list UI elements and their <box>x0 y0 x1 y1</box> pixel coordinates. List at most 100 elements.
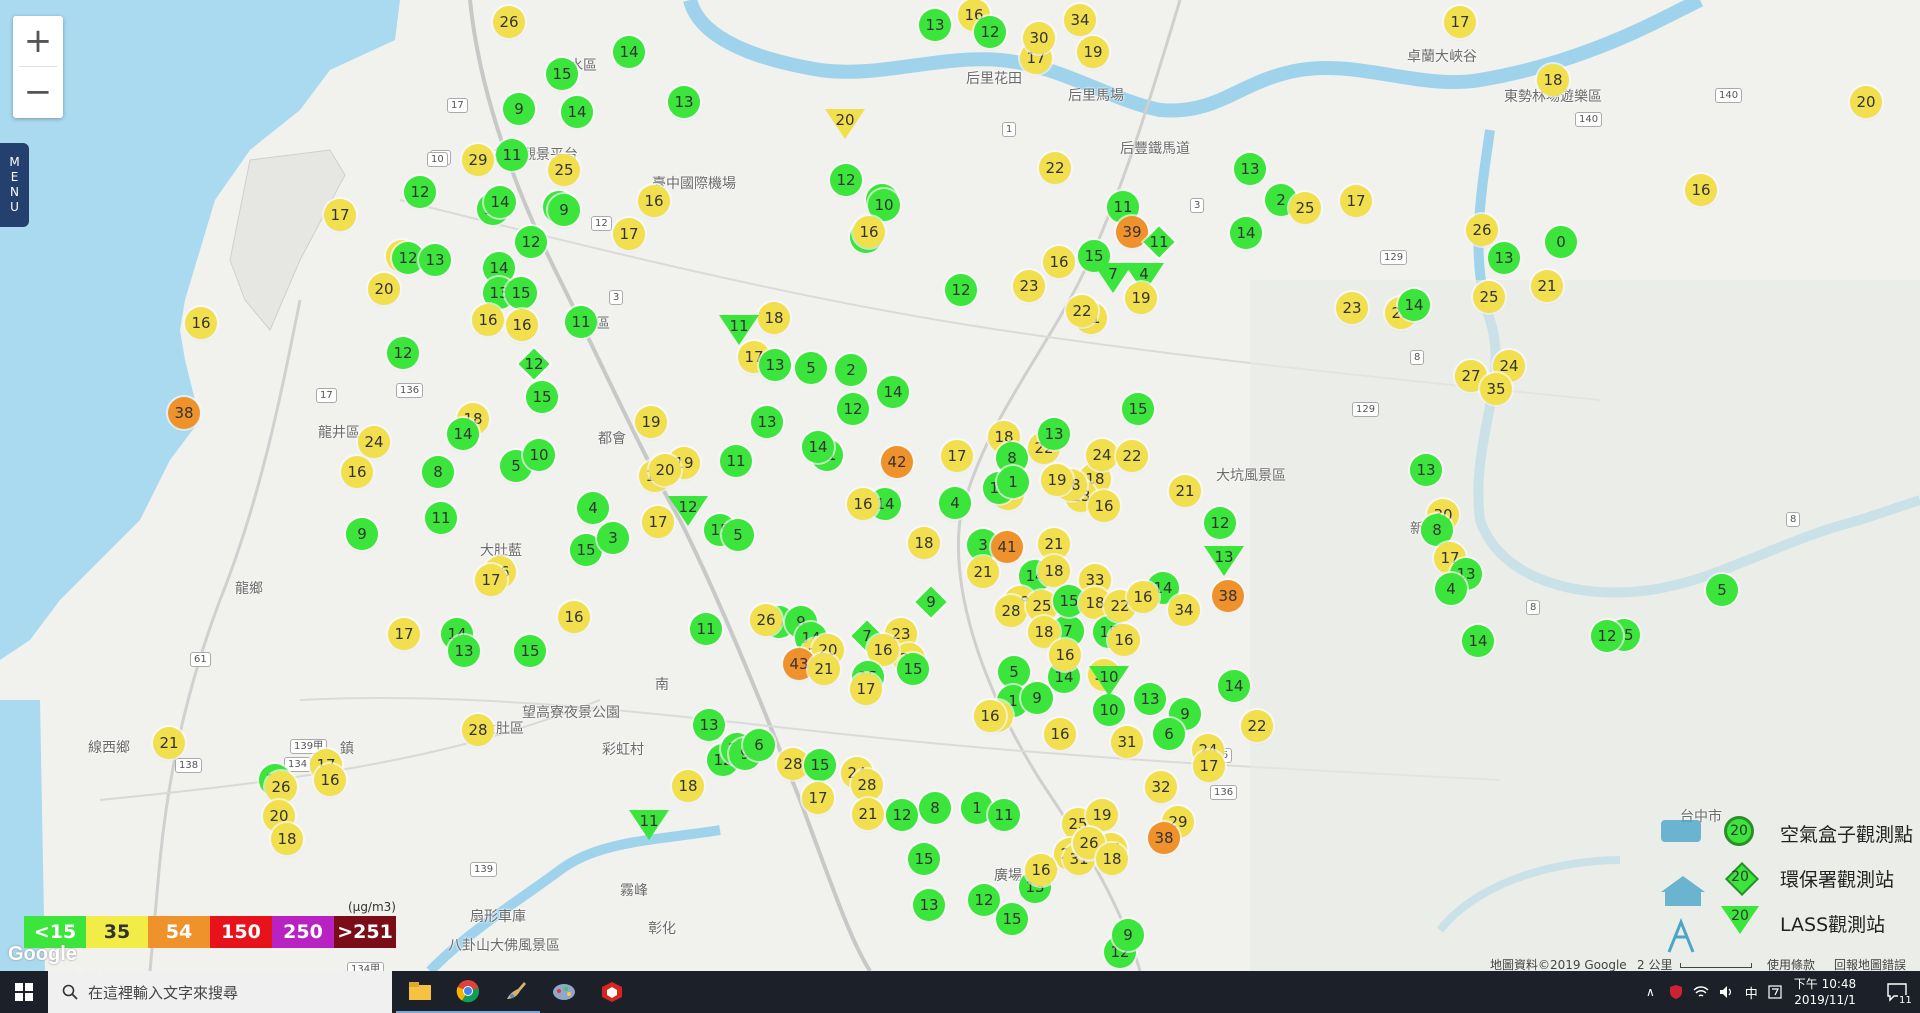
lass-station-marker[interactable]: 12 <box>668 496 708 530</box>
air-box-marker[interactable]: 14 <box>802 431 834 463</box>
air-box-marker[interactable]: 9 <box>548 194 580 226</box>
air-box-marker[interactable]: 32 <box>1145 771 1177 803</box>
air-box-marker[interactable]: 19 <box>1041 464 1073 496</box>
start-button[interactable] <box>0 971 48 1013</box>
air-box-marker[interactable]: 18 <box>271 823 303 855</box>
lass-station-marker[interactable]: 11 <box>629 810 669 844</box>
air-box-marker[interactable]: 13 <box>668 86 700 118</box>
lass-station-marker[interactable]: 20 <box>825 109 865 143</box>
air-box-marker[interactable]: 11 <box>496 139 528 171</box>
air-box-marker[interactable]: 11 <box>690 613 722 645</box>
air-box-marker[interactable]: 14 <box>1218 670 1250 702</box>
air-box-marker[interactable]: 15 <box>514 635 546 667</box>
air-box-marker[interactable]: 18 <box>672 770 704 802</box>
air-box-marker[interactable]: 28 <box>995 595 1027 627</box>
air-box-marker[interactable]: 16 <box>472 304 504 336</box>
air-box-marker[interactable]: 8 <box>422 456 454 488</box>
epa-station-marker[interactable]: 11 <box>1142 225 1176 259</box>
zoom-in-button[interactable]: + <box>13 16 63 66</box>
air-box-marker[interactable]: 14 <box>561 96 593 128</box>
air-box-marker[interactable]: 13 <box>448 635 480 667</box>
air-box-marker[interactable]: 17 <box>1193 750 1225 782</box>
air-box-marker[interactable]: 23 <box>1013 270 1045 302</box>
air-box-marker[interactable]: 26 <box>750 604 782 636</box>
air-box-marker[interactable]: 16 <box>1044 718 1076 750</box>
air-box-marker[interactable]: 11 <box>988 799 1020 831</box>
air-box-marker[interactable]: 25 <box>1473 281 1505 313</box>
air-box-marker[interactable]: 31 <box>1111 726 1143 758</box>
air-box-marker[interactable]: 12 <box>837 393 869 425</box>
ime-mode-icon[interactable] <box>1768 985 1782 999</box>
air-box-marker[interactable]: 14 <box>1230 217 1262 249</box>
air-box-marker[interactable]: 17 <box>324 199 356 231</box>
air-box-marker[interactable]: 14 <box>1462 625 1494 657</box>
air-box-marker[interactable]: 13 <box>1038 418 1070 450</box>
air-box-marker[interactable]: 25 <box>548 154 580 186</box>
air-box-marker[interactable]: 11 <box>720 445 752 477</box>
epa-station-marker[interactable]: 9 <box>914 585 948 619</box>
air-box-marker[interactable]: 15 <box>546 58 578 90</box>
air-box-marker[interactable]: 17 <box>941 440 973 472</box>
air-box-marker[interactable]: 9 <box>346 518 378 550</box>
air-box-marker[interactable]: 12 <box>515 226 547 258</box>
air-box-marker[interactable]: 16 <box>558 601 590 633</box>
report-error-link[interactable]: 回報地圖錯誤 <box>1834 956 1906 971</box>
air-box-marker[interactable]: 26 <box>265 771 297 803</box>
air-box-marker[interactable]: 11 <box>565 306 597 338</box>
air-box-marker[interactable]: 13 <box>919 9 951 41</box>
air-box-marker[interactable]: 30 <box>1023 22 1055 54</box>
air-box-marker[interactable]: 5 <box>998 656 1030 688</box>
air-box-marker[interactable]: 12 <box>1591 620 1623 652</box>
air-box-marker[interactable]: 4 <box>939 487 971 519</box>
epa-station-marker[interactable]: 12 <box>517 347 551 381</box>
air-box-marker[interactable]: 15 <box>526 381 558 413</box>
air-box-marker[interactable]: 34 <box>1064 4 1096 36</box>
air-box-marker[interactable]: 14 <box>447 418 479 450</box>
air-box-marker[interactable]: 0 <box>1545 226 1577 258</box>
air-box-marker[interactable]: 12 <box>945 274 977 306</box>
menu-button[interactable]: MENU <box>0 143 29 227</box>
air-box-marker[interactable]: 12 <box>974 16 1006 48</box>
air-box-marker[interactable]: 17 <box>802 782 834 814</box>
air-box-marker[interactable]: 25 <box>1289 192 1321 224</box>
notification-center-button[interactable]: 11 <box>1876 971 1920 1013</box>
air-box-marker[interactable]: 16 <box>853 216 885 248</box>
air-box-marker[interactable]: 15 <box>908 843 940 875</box>
air-box-marker[interactable]: 16 <box>1049 639 1081 671</box>
air-box-marker[interactable]: 12 <box>387 337 419 369</box>
air-box-marker[interactable]: 13 <box>1134 683 1166 715</box>
air-box-marker[interactable]: 14 <box>1398 289 1430 321</box>
air-box-marker[interactable]: 35 <box>1480 373 1512 405</box>
air-box-marker[interactable]: 17 <box>613 218 645 250</box>
air-box-marker[interactable]: 13 <box>913 889 945 921</box>
air-box-marker[interactable]: 21 <box>1531 270 1563 302</box>
zoom-out-button[interactable]: − <box>13 67 63 117</box>
air-box-marker[interactable]: 38 <box>1212 580 1244 612</box>
air-box-marker[interactable]: 20 <box>649 454 681 486</box>
air-box-marker[interactable]: 19 <box>1125 282 1157 314</box>
map-view[interactable]: 清水區后里花田后里馬場后豐鐵馬道臺中國際機場梧棲觀景平台沙鹿區大肚藍大肚區龍井區… <box>0 0 1920 971</box>
air-box-marker[interactable]: 26 <box>1466 214 1498 246</box>
air-box-marker[interactable]: 17 <box>1340 185 1372 217</box>
air-box-marker[interactable]: 18 <box>1537 64 1569 96</box>
air-box-marker[interactable]: 16 <box>974 700 1006 732</box>
air-box-marker[interactable]: 17 <box>475 564 507 596</box>
air-box-marker[interactable]: 26 <box>493 6 525 38</box>
air-box-marker[interactable]: 16 <box>1043 246 1075 278</box>
air-box-marker[interactable]: 6 <box>743 729 775 761</box>
lass-station-marker[interactable]: 10 <box>1089 666 1129 700</box>
air-box-marker[interactable]: 16 <box>847 488 879 520</box>
air-box-marker[interactable]: 9 <box>503 93 535 125</box>
air-box-marker[interactable]: 13 <box>1234 153 1266 185</box>
air-box-marker[interactable]: 22 <box>1039 152 1071 184</box>
taskbar-chrome[interactable] <box>444 971 492 1013</box>
air-box-marker[interactable]: 15 <box>996 903 1028 935</box>
air-box-marker[interactable]: 16 <box>1108 624 1140 656</box>
air-box-marker[interactable]: 34 <box>1168 594 1200 626</box>
air-box-marker[interactable]: 12 <box>1204 507 1236 539</box>
terms-link[interactable]: 使用條款 <box>1767 956 1815 971</box>
air-box-marker[interactable]: 41 <box>991 531 1023 563</box>
air-box-marker[interactable]: 16 <box>1685 174 1717 206</box>
network-icon[interactable] <box>1693 985 1709 999</box>
air-box-marker[interactable]: 16 <box>1025 854 1057 886</box>
